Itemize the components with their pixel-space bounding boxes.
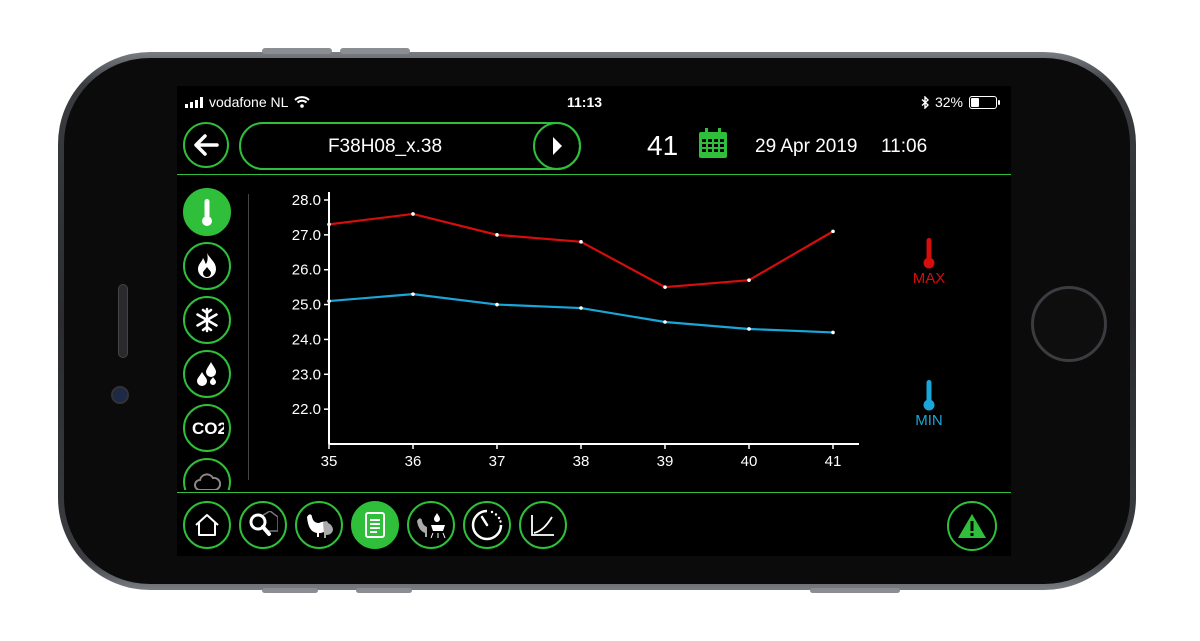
data-point-max: [495, 233, 499, 237]
cloud-icon: [194, 473, 221, 490]
x-tick-label: 40: [741, 453, 758, 470]
data-point-min: [411, 292, 415, 296]
sidebar-item-co2[interactable]: CO2: [183, 404, 231, 452]
calendar-icon[interactable]: [697, 128, 729, 160]
phone-speaker: [118, 284, 128, 358]
back-button[interactable]: [183, 122, 229, 168]
data-point-min: [495, 302, 499, 307]
house-search-button[interactable]: [239, 501, 287, 549]
data-point-max: [411, 212, 415, 216]
chickens-icon: [307, 514, 333, 538]
carrier-info: vodafone NL: [185, 94, 311, 110]
data-point-max: [831, 229, 835, 234]
legend-min-label: MIN: [915, 412, 943, 429]
device-selector[interactable]: F38H08_x.38: [239, 122, 581, 170]
phone-bottom-button: [356, 588, 412, 593]
arrow-left-icon: [194, 134, 219, 156]
data-point-max: [663, 285, 667, 289]
legend-min[interactable]: MIN: [905, 378, 953, 429]
battery-icon: [969, 95, 1000, 109]
data-point-min: [327, 299, 331, 303]
data-point-max: [579, 240, 583, 244]
thermometer-icon: [202, 199, 212, 226]
header-date: 29 Apr 2019: [755, 136, 858, 157]
phone-bottom-button: [262, 588, 318, 593]
day-number: 41: [647, 130, 679, 161]
header-bar: F38H08_x.38 41 29 Apr 2019 11:06: [177, 118, 1011, 175]
battery-percent: 32%: [934, 94, 963, 110]
y-tick-label: 28.0: [292, 192, 321, 209]
signal-icon: [185, 96, 203, 108]
header-time: 11:06: [881, 136, 928, 157]
data-point-min: [831, 330, 835, 335]
flock-button[interactable]: [295, 501, 343, 549]
alarm-button[interactable]: [947, 501, 997, 551]
y-tick-label: 26.0: [292, 262, 321, 279]
x-tick-label: 41: [825, 453, 842, 470]
phone-top-button: [340, 48, 410, 54]
growth-curve-button[interactable]: [519, 501, 567, 549]
sidebar-item-temperature[interactable]: [183, 188, 231, 236]
data-point-max: [327, 222, 331, 227]
x-tick-label: 36: [405, 453, 422, 470]
legend-max[interactable]: MAX: [905, 236, 953, 287]
y-tick-label: 27.0: [292, 227, 321, 244]
status-bar: vodafone NL 11:13 32%: [177, 86, 1011, 118]
next-device-button[interactable]: [533, 122, 581, 170]
status-time: 11:13: [567, 94, 603, 110]
data-point-min: [579, 306, 583, 310]
feed-water-button[interactable]: [407, 501, 455, 549]
home-icon: [195, 514, 219, 536]
sidebar-item-heating[interactable]: [183, 242, 231, 290]
timer-button[interactable]: [463, 501, 511, 549]
series-line-min: [328, 293, 834, 334]
sidebar-divider: [248, 194, 249, 480]
device-name: F38H08_x.38: [327, 136, 443, 157]
clock-icon: [471, 509, 503, 541]
data-point-min: [747, 327, 751, 331]
home-button[interactable]: [183, 501, 231, 549]
x-tick-label: 38: [573, 453, 590, 470]
temperature-chart: 28.0 27.0 26.0 25.0 24.0 23.0 22.0 35 36 37 38 39 40…: [292, 192, 859, 470]
caret-right-icon: [553, 137, 562, 155]
phone-top-button: [262, 48, 332, 54]
chicken-feed-water-icon: [417, 513, 446, 539]
legend-max-label: MAX: [912, 270, 946, 287]
phone-home-button[interactable]: [1031, 286, 1107, 362]
x-tick-label: 35: [321, 453, 338, 470]
carrier-name: vodafone NL: [209, 94, 289, 110]
series-line-max: [328, 212, 834, 289]
data-point-min: [663, 320, 667, 324]
y-tick-label: 23.0: [292, 366, 321, 383]
thermometer-min-icon: [923, 380, 935, 411]
warning-icon: [958, 514, 986, 538]
flame-icon: [198, 253, 216, 278]
water-drops-icon: [197, 362, 216, 386]
x-tick-label: 37: [489, 453, 506, 470]
x-tick-label: 39: [657, 453, 674, 470]
y-tick-label: 25.0: [292, 297, 321, 314]
data-point-max: [747, 278, 751, 282]
status-right: 32%: [921, 94, 1000, 110]
bluetooth-icon: [921, 95, 929, 109]
svg-text:CO2: CO2: [192, 419, 224, 438]
search-house-icon: [249, 511, 278, 536]
snowflake-icon: [196, 307, 218, 333]
footer-bar: [177, 492, 1011, 556]
y-tick-label: 22.0: [292, 401, 321, 418]
report-button[interactable]: [351, 501, 399, 549]
sidebar-item-humidity[interactable]: [183, 350, 231, 398]
sidebar-item-cooling[interactable]: [183, 296, 231, 344]
app-screen: vodafone NL 11:13 32% F38H08_x.38 41 29 …: [177, 86, 1011, 556]
growth-curve-icon: [531, 515, 554, 536]
sidebar-item-pressure[interactable]: [183, 458, 231, 490]
phone-bottom-button: [810, 588, 900, 593]
wifi-icon: [294, 96, 311, 108]
phone-camera: [111, 386, 129, 404]
report-icon: [365, 512, 385, 538]
sensor-sidebar: CO2: [183, 186, 235, 490]
co2-icon: CO2: [192, 419, 224, 438]
thermometer-max-icon: [923, 238, 935, 269]
y-tick-label: 24.0: [292, 331, 321, 348]
